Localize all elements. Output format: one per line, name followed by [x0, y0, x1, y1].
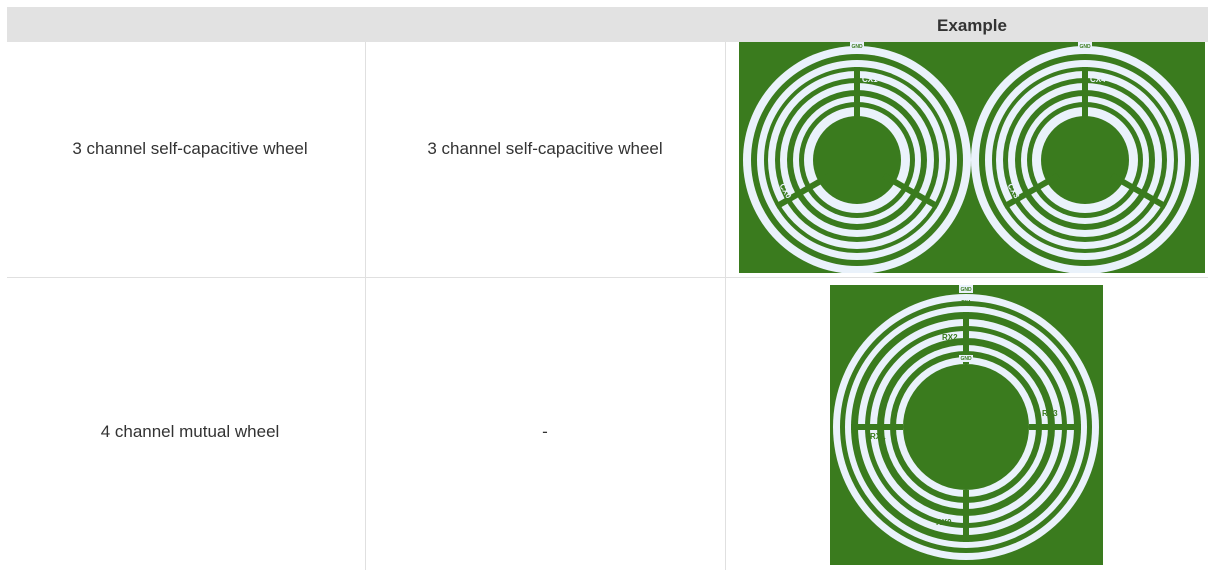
table-row-1-description: 3 channel self-capacitive wheel — [427, 139, 663, 158]
mutual-wheel-gnd-outer-label: GND — [960, 287, 972, 293]
mutual-wheel-rx0-label: RX0 — [936, 518, 952, 527]
wheel-left: GND CX1 CX0 CX2 — [743, 42, 971, 274]
wheel-right-gnd-label: GND — [1079, 44, 1091, 50]
wheel-left-cx1-label: CX1 — [862, 75, 878, 84]
table-row-2-description: - — [542, 422, 548, 441]
mutual-wheel-rx1-label: RX1 — [870, 432, 886, 441]
wheel-right: GND CX4 CX3 CX5 — [971, 42, 1199, 274]
wheel-left-gnd-label: GND — [851, 44, 863, 50]
mutual-wheel-gnd-inner-label: GND — [960, 356, 972, 362]
row-divider — [7, 277, 1208, 278]
mutual-wheel-rx2-label: RX2 — [942, 333, 958, 342]
column-divider — [725, 42, 726, 570]
wheel-right-cx4-label: CX4 — [1090, 75, 1106, 84]
table-header: Example — [7, 7, 1208, 42]
mutual-wheel-tx4-label: TX4 — [961, 300, 970, 306]
mutual-wheel-rx3-label: RX3 — [1042, 409, 1058, 418]
table-row-2-name: 4 channel mutual wheel — [100, 422, 280, 441]
mutual-wheel-diagram: GND GND TX4 RX2 RX3 RX1 RX0 — [833, 285, 1099, 560]
table-row-1-name: 3 channel self-capacitive wheel — [72, 139, 308, 158]
example-image-mutual-wheel: GND GND TX4 RX2 RX3 RX1 RX0 — [830, 285, 1103, 565]
column-divider — [365, 42, 366, 570]
self-capacitive-wheel-diagram: GND CX1 CX0 CX2 GND CX4 CX3 CX5 — [743, 42, 1199, 274]
example-image-self-capacitive-wheel: GND CX1 CX0 CX2 GND CX4 CX3 CX5 — [739, 42, 1205, 274]
column-header-example: Example — [937, 16, 1007, 35]
